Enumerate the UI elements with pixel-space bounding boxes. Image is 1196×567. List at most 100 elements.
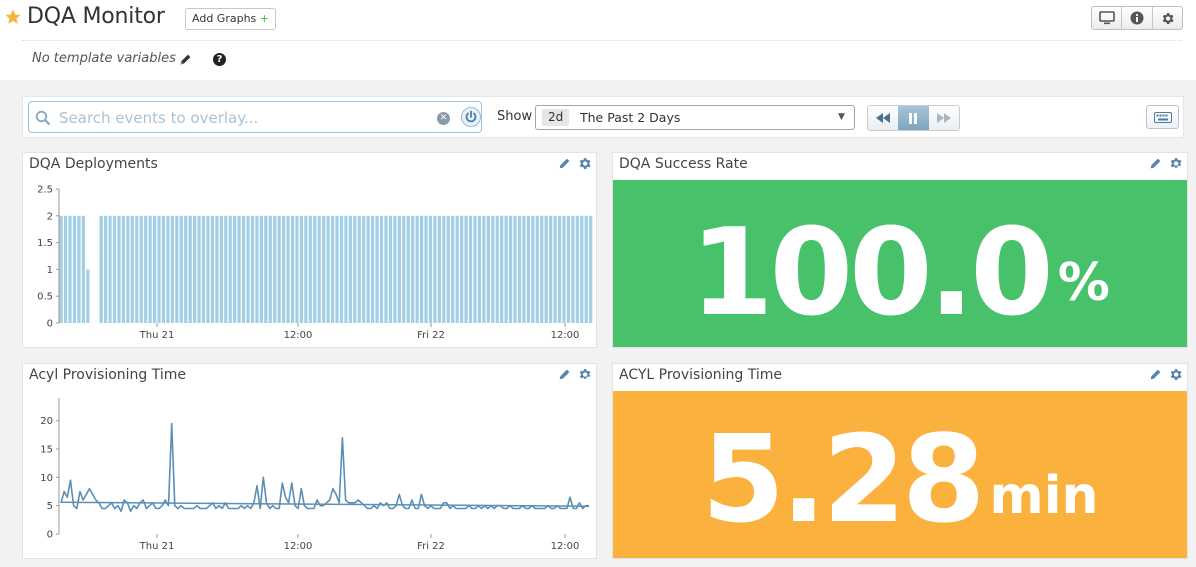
y-tick-label: 5 [47, 501, 53, 512]
bar [353, 215, 357, 323]
plus-icon: + [259, 12, 269, 25]
bar [357, 215, 361, 323]
bar [255, 215, 259, 323]
y-tick-label: 2.5 [37, 185, 53, 196]
x-tick-label: Fri 22 [417, 541, 445, 552]
gear-icon[interactable] [1168, 367, 1183, 382]
acyl-value-unit: min [989, 466, 1099, 526]
bar [175, 215, 179, 323]
bar [104, 215, 108, 323]
bar [246, 215, 250, 323]
info-icon [1130, 11, 1144, 25]
info-button[interactable] [1122, 7, 1153, 29]
bar [179, 215, 183, 323]
bar [402, 215, 406, 323]
bar [77, 215, 81, 323]
deployments-title: DQA Deployments [29, 156, 158, 172]
gear-icon [1162, 12, 1174, 24]
timeframe-select[interactable]: 2d The Past 2 Days ▼ [535, 105, 855, 130]
success-rate-widget: DQA Success Rate 100.0% [612, 152, 1188, 348]
success-rate-value-panel: 100.0% [613, 180, 1187, 347]
bar [161, 215, 166, 323]
gear-icon[interactable] [1168, 156, 1183, 171]
pause-icon [909, 112, 918, 124]
keyboard-shortcuts-button[interactable] [1146, 105, 1179, 129]
fast-forward-button[interactable] [929, 106, 959, 130]
bar [508, 215, 513, 323]
bar [206, 215, 210, 323]
bar [371, 215, 375, 323]
tv-mode-button[interactable] [1092, 7, 1123, 29]
bar [522, 215, 526, 323]
bar [549, 215, 553, 323]
bar [241, 215, 246, 323]
bar [428, 215, 433, 323]
monitor-icon [1098, 11, 1115, 25]
gear-icon[interactable] [577, 367, 592, 382]
widget-actions [558, 367, 592, 382]
bar [451, 215, 455, 323]
bar [544, 215, 548, 323]
bar [99, 215, 103, 323]
x-tick-label: Thu 21 [139, 330, 175, 341]
bar [130, 215, 134, 323]
y-tick-label: 1 [47, 265, 53, 276]
bar [344, 215, 348, 323]
edit-icon[interactable] [558, 157, 571, 170]
dashboard-title: DQA Monitor [27, 4, 165, 29]
bar [322, 215, 326, 323]
bar [335, 215, 339, 323]
success-rate-value: 100.0 [690, 203, 1054, 343]
acyl-value-title: ACYL Provisioning Time [619, 367, 783, 383]
bar [433, 215, 437, 323]
bar [540, 215, 544, 323]
star-icon[interactable] [4, 8, 22, 26]
bar [112, 215, 117, 323]
bar [411, 215, 415, 323]
bar [375, 215, 379, 323]
bar [68, 215, 72, 323]
settings-button[interactable] [1153, 7, 1182, 29]
edit-icon[interactable] [1149, 368, 1162, 381]
edit-template-variables-icon[interactable] [179, 53, 192, 66]
y-tick-label: 1.5 [37, 238, 53, 249]
bar [553, 215, 557, 323]
bar [535, 215, 539, 323]
bar [295, 215, 299, 323]
edit-icon[interactable] [558, 368, 571, 381]
fast-forward-icon [936, 113, 951, 123]
bar [237, 215, 241, 323]
bar [197, 215, 201, 323]
pause-button[interactable] [898, 106, 929, 130]
bar [299, 215, 304, 323]
bar [219, 215, 223, 323]
header-divider [22, 40, 1182, 41]
event-search-input[interactable] [59, 107, 429, 129]
bar [348, 215, 352, 323]
edit-icon[interactable] [1149, 157, 1162, 170]
widget-actions [1149, 156, 1183, 171]
bar [486, 215, 490, 323]
bar [59, 215, 63, 323]
help-icon[interactable]: ? [213, 53, 226, 66]
bar [193, 215, 197, 323]
bar [442, 215, 446, 323]
bar [290, 215, 295, 323]
power-toggle-button[interactable] [461, 107, 481, 127]
provisioning-time-line [60, 422, 589, 513]
bar [139, 215, 143, 323]
add-graphs-label: Add Graphs [192, 12, 257, 25]
bar [148, 215, 152, 323]
rewind-button[interactable] [868, 106, 898, 130]
acyl-timeseries-title: Acyl Provisioning Time [29, 367, 187, 383]
x-tick-label: 12:00 [551, 330, 580, 341]
bar [584, 215, 588, 323]
clear-search-icon[interactable]: ✕ [437, 112, 450, 125]
success-rate-unit: % [1057, 253, 1110, 313]
bar [264, 215, 268, 323]
gear-icon[interactable] [577, 156, 592, 171]
bar [126, 215, 130, 323]
bar [144, 215, 148, 323]
add-graphs-button[interactable]: Add Graphs + [185, 8, 276, 30]
bar [224, 215, 228, 323]
